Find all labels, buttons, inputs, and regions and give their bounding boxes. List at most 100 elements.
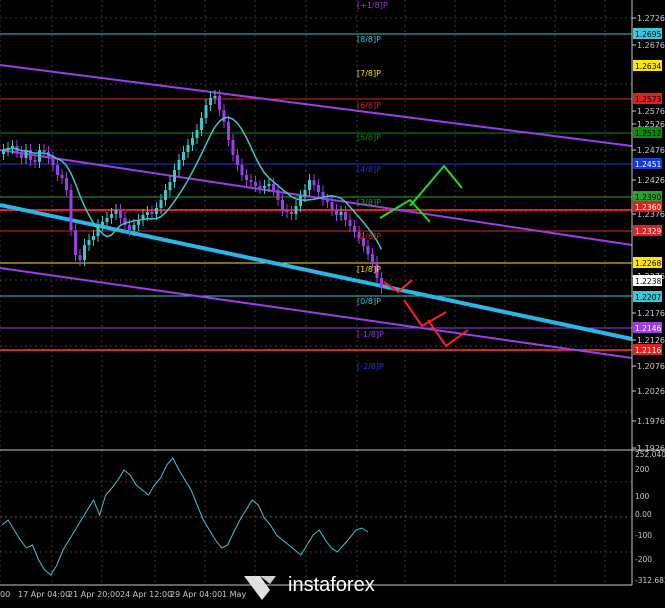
murray-label: [0/8]P [357,297,381,306]
candle-body [236,155,239,165]
osc-tick-label: 100 [635,492,650,501]
candle-body [60,175,64,178]
osc-tick-label: -200 [635,555,652,564]
murray-label: [+1/8]P [357,1,388,10]
candle-body [294,206,298,214]
candle-body [303,190,307,196]
candle-body [150,212,154,214]
murray-label: [2/8]P [357,232,381,241]
murray-label: [3/8]P [357,198,381,207]
candle-body [267,184,271,186]
osc-tick-label: -100 [635,531,652,540]
candle-body [290,212,293,214]
candle-body [42,150,46,152]
candle-body [177,160,181,170]
candle-body [330,202,334,210]
candle-body [168,182,172,190]
candle-body [317,185,320,192]
chart-canvas[interactable]: [+1/8]P [8/8]P [7/8]P [6/8]P [5/8]P [4/8]P [3/… [0,0,665,605]
candle-body [348,220,352,226]
osc-tick-label: 0.00 [635,510,652,519]
logo-icon [244,576,276,600]
osc-tick-label: 252.0403 [635,450,665,459]
candle-body [101,222,104,225]
murray-label: [4/8]P [357,165,381,174]
price-tick-label: 1.2476 [637,146,665,155]
price-tick-label: 1.2126 [637,336,665,345]
candle-body [38,150,41,162]
candle-body [20,152,23,158]
candle-body [173,170,176,182]
candle-body [159,200,163,208]
murray-label: [-1/8]P [357,330,384,339]
candle-body [254,182,257,186]
candle-body [78,255,82,260]
candle-body [56,165,59,175]
candle-body [276,190,280,200]
price-tick-label: 1.2726 [637,14,665,23]
time-label: 17 Apr 04:00 [18,590,70,599]
price-tag: 1.2451 [635,160,661,169]
time-label: 00 [0,590,10,599]
candle-body [92,236,95,240]
candle-body [245,175,248,180]
candle-body [74,230,77,255]
price-tag: 1.2573 [635,95,661,104]
candle-body [65,178,68,190]
candle-body [33,160,37,162]
candle-body [87,240,91,245]
logo-text: instaforex [288,574,375,596]
osc-tick-label: -312.682 [635,576,665,585]
price-tag: 1.2390 [635,193,661,202]
price-tag: 1.2360 [635,203,661,212]
time-labels: 00 17 Apr 04:0021 Apr 20:00 24 Apr 12:0029… [0,590,246,599]
candle-body [186,145,190,152]
candle-body [272,184,275,190]
candle-body [366,246,370,254]
price-tick-label: 1.1976 [637,417,665,426]
murray-label: [5/8]P [357,133,381,142]
candle-body [2,150,5,154]
candle-body [213,96,217,98]
candle-body [83,245,86,260]
candle-body [200,118,203,130]
price-tick-label: 1.2176 [637,309,665,318]
price-tick-label: 1.2426 [637,176,665,185]
candle-body [155,208,158,214]
candle-body [218,96,221,110]
price-tag: 1.2207 [635,293,661,302]
price-tick-label: 1.2676 [637,41,665,50]
candle-body [231,140,235,155]
murray-label: [6/8]P [357,101,381,110]
candle-body [209,98,212,105]
candle-body [285,210,289,212]
price-tick-label: 1.2026 [637,387,665,396]
candle-body [380,278,383,288]
price-tag: 1.2268 [635,259,661,268]
candle-body [195,130,199,138]
candle-body [69,190,73,230]
candle-body [312,180,316,185]
time-label: 24 Apr 12:00 [120,590,172,599]
price-tick-label: 1.2576 [637,107,665,116]
candle-body [105,218,109,222]
candle-body [146,212,149,215]
time-label: 29 Apr 04:00 [170,590,222,599]
instaforex-logo: instaforex [240,570,430,604]
candle-body [321,192,325,200]
price-tag: 1.2512 [635,129,661,138]
candle-body [227,122,230,140]
candle-body [249,180,253,182]
murray-label: [8/8]P [357,35,381,44]
candle-body [182,152,185,160]
price-tag: 1.2116 [635,346,661,355]
candle-body [308,180,311,190]
candle-body [110,214,113,218]
candle-body [119,210,122,218]
candle-body [258,186,262,188]
price-tag: 1.2634 [635,62,661,71]
murray-label: [1/8]P [357,265,381,274]
time-label: 21 Apr 20:00 [68,590,120,599]
candle-body [371,254,374,262]
candle-body [281,200,284,210]
